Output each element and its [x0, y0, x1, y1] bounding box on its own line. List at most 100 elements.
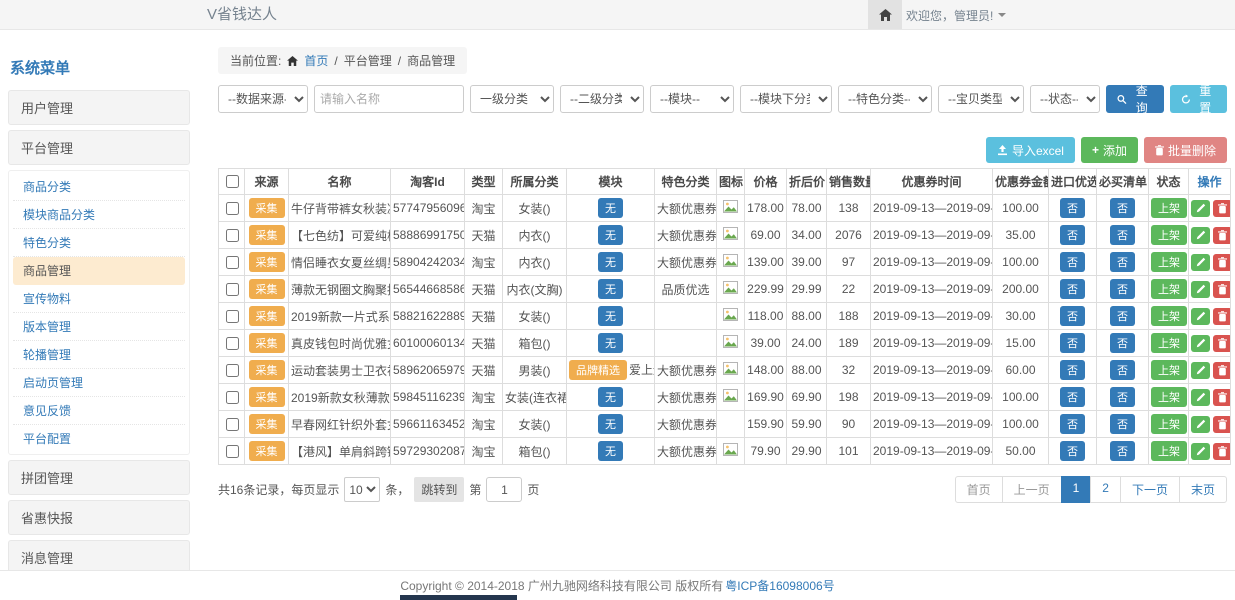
sidebar-group-platform[interactable]: 平台管理 [8, 130, 190, 165]
pager-button-2[interactable]: 2 [1090, 476, 1121, 503]
edit-button[interactable] [1191, 443, 1210, 460]
row-checkbox[interactable] [226, 391, 239, 404]
import-select-toggle[interactable]: 否 [1060, 441, 1085, 461]
import-select-toggle[interactable]: 否 [1060, 225, 1085, 245]
filter-select-module-sub-category[interactable]: --模块下分类-- [740, 85, 832, 113]
status-toggle[interactable]: 上架 [1151, 306, 1187, 326]
status-toggle[interactable]: 上架 [1151, 387, 1187, 407]
edit-button[interactable] [1191, 281, 1210, 298]
status-toggle[interactable]: 上架 [1151, 414, 1187, 434]
batch-delete-button[interactable]: 批量删除 [1144, 137, 1227, 163]
import-select-toggle[interactable]: 否 [1060, 387, 1085, 407]
home-button[interactable] [868, 0, 902, 29]
delete-button[interactable] [1213, 335, 1231, 352]
filter-select-item-type[interactable]: --宝贝类型-- [938, 85, 1024, 113]
filter-select-level2-category[interactable]: --二级分类-- [560, 85, 644, 113]
import-select-toggle[interactable]: 否 [1060, 360, 1085, 380]
edit-button[interactable] [1191, 389, 1210, 406]
status-toggle[interactable]: 上架 [1151, 279, 1187, 299]
row-checkbox[interactable] [226, 283, 239, 296]
must-buy-toggle[interactable]: 否 [1110, 387, 1135, 407]
sidebar-item[interactable]: 轮播管理 [13, 341, 185, 369]
sidebar-item[interactable]: 商品管理 [13, 257, 185, 285]
edit-button[interactable] [1191, 416, 1210, 433]
import-select-toggle[interactable]: 否 [1060, 198, 1085, 218]
must-buy-toggle[interactable]: 否 [1110, 333, 1135, 353]
edit-button[interactable] [1191, 362, 1210, 379]
sidebar-item[interactable]: 意见反馈 [13, 397, 185, 425]
row-checkbox[interactable] [226, 364, 239, 377]
status-toggle[interactable]: 上架 [1151, 252, 1187, 272]
status-toggle[interactable]: 上架 [1151, 225, 1187, 245]
edit-button[interactable] [1191, 308, 1210, 325]
sidebar-item[interactable]: 特色分类 [13, 229, 185, 257]
status-toggle[interactable]: 上架 [1151, 441, 1187, 461]
edit-button[interactable] [1191, 254, 1210, 271]
filter-input-name-search[interactable] [314, 85, 464, 113]
status-toggle[interactable]: 上架 [1151, 198, 1187, 218]
row-checkbox[interactable] [226, 310, 239, 323]
jump-to-button[interactable]: 跳转到 [414, 477, 464, 502]
filter-select-feature-category[interactable]: --特色分类-- [838, 85, 932, 113]
delete-button[interactable] [1213, 254, 1231, 271]
filter-select-data-source[interactable]: --数据来源-- [218, 85, 308, 113]
import-select-toggle[interactable]: 否 [1060, 279, 1085, 299]
import-excel-button[interactable]: 导入excel [986, 137, 1075, 163]
delete-button[interactable] [1213, 281, 1231, 298]
must-buy-toggle[interactable]: 否 [1110, 252, 1135, 272]
row-checkbox[interactable] [226, 256, 239, 269]
row-checkbox[interactable] [226, 337, 239, 350]
filter-select-module[interactable]: --模块-- [650, 85, 734, 113]
delete-button[interactable] [1213, 416, 1231, 433]
delete-button[interactable] [1213, 362, 1231, 379]
delete-button[interactable] [1213, 200, 1231, 217]
sidebar-item[interactable]: 商品分类 [13, 173, 185, 201]
delete-button[interactable] [1213, 308, 1231, 325]
row-checkbox[interactable] [226, 202, 239, 215]
delete-button[interactable] [1213, 443, 1231, 460]
pager-button-末页[interactable]: 末页 [1179, 476, 1227, 503]
select-all-checkbox[interactable] [226, 175, 239, 188]
sidebar-group-groupon[interactable]: 拼团管理 [8, 460, 190, 495]
pager-button-1[interactable]: 1 [1061, 476, 1092, 503]
pager-button-下一页[interactable]: 下一页 [1120, 476, 1180, 503]
import-select-toggle[interactable]: 否 [1060, 252, 1085, 272]
breadcrumb-home-link[interactable]: 首页 [304, 52, 328, 69]
page-number-input[interactable] [486, 477, 522, 502]
status-toggle[interactable]: 上架 [1151, 333, 1187, 353]
row-checkbox[interactable] [226, 229, 239, 242]
sidebar-item[interactable]: 宣传物料 [13, 285, 185, 313]
import-select-toggle[interactable]: 否 [1060, 333, 1085, 353]
sidebar-item[interactable]: 平台配置 [13, 425, 185, 452]
edit-button[interactable] [1191, 227, 1210, 244]
sidebar-item[interactable]: 模块商品分类 [13, 201, 185, 229]
must-buy-toggle[interactable]: 否 [1110, 279, 1135, 299]
reset-button[interactable]: 重置 [1170, 85, 1228, 113]
must-buy-toggle[interactable]: 否 [1110, 225, 1135, 245]
must-buy-toggle[interactable]: 否 [1110, 441, 1135, 461]
must-buy-toggle[interactable]: 否 [1110, 414, 1135, 434]
sidebar-group-user[interactable]: 用户管理 [8, 90, 190, 125]
sidebar-group-express[interactable]: 省惠快报 [8, 500, 190, 535]
sidebar-item[interactable]: 版本管理 [13, 313, 185, 341]
filter-select-status[interactable]: --状态-- [1030, 85, 1100, 113]
filter-select-level1-category[interactable]: 一级分类 [470, 85, 554, 113]
delete-button[interactable] [1213, 227, 1231, 244]
edit-button[interactable] [1191, 200, 1210, 217]
add-button[interactable]: + 添加 [1081, 137, 1138, 163]
pager-button-上一页[interactable]: 上一页 [1002, 476, 1062, 503]
user-menu[interactable]: 欢迎您，管理员! [906, 0, 1006, 30]
must-buy-toggle[interactable]: 否 [1110, 306, 1135, 326]
row-checkbox[interactable] [226, 418, 239, 431]
pager-button-首页[interactable]: 首页 [955, 476, 1003, 503]
delete-button[interactable] [1213, 389, 1231, 406]
must-buy-toggle[interactable]: 否 [1110, 360, 1135, 380]
status-toggle[interactable]: 上架 [1151, 360, 1187, 380]
import-select-toggle[interactable]: 否 [1060, 306, 1085, 326]
import-select-toggle[interactable]: 否 [1060, 414, 1085, 434]
must-buy-toggle[interactable]: 否 [1110, 198, 1135, 218]
row-checkbox[interactable] [226, 445, 239, 458]
search-button[interactable]: 查询 [1106, 85, 1164, 113]
sidebar-group-message[interactable]: 消息管理 [8, 540, 190, 570]
per-page-select[interactable]: 10 [344, 477, 380, 502]
